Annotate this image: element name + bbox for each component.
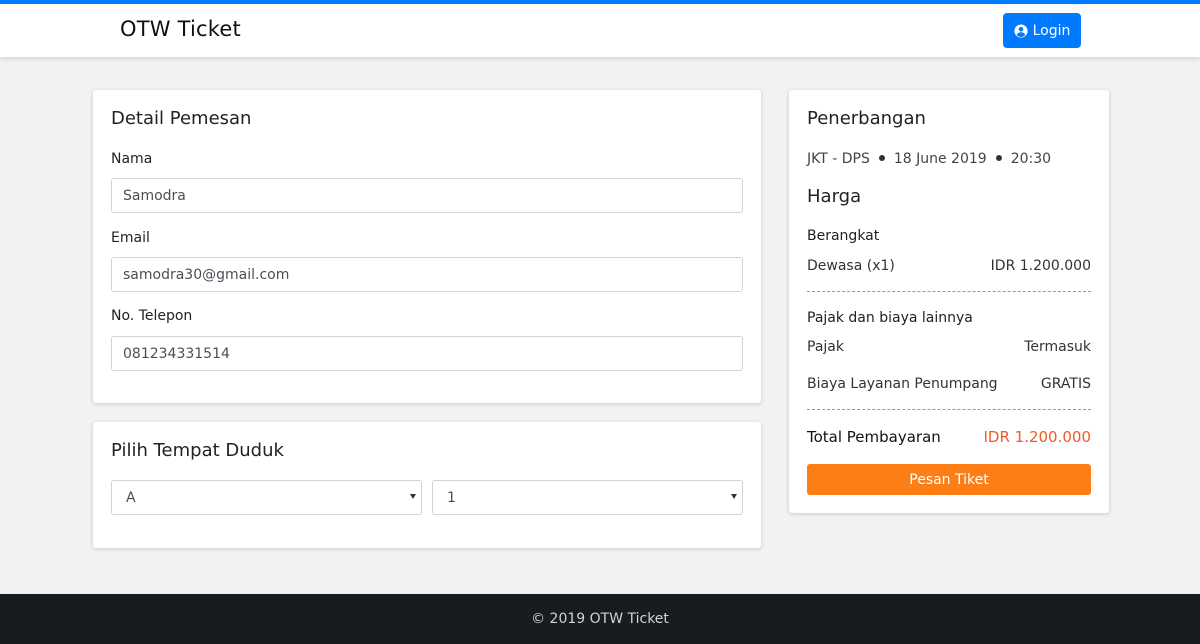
seat-selection-card: Pilih Tempat Duduk A 1 <box>93 422 761 548</box>
adult-price-value: IDR 1.200.000 <box>990 258 1091 274</box>
seat-number-select[interactable]: 1 <box>432 480 743 515</box>
total-row: Total Pembayaran IDR 1.200.000 <box>807 428 1091 446</box>
navbar: OTW Ticket Login <box>0 0 1200 57</box>
flight-time: 20:30 <box>1010 151 1052 167</box>
total-value: IDR 1.200.000 <box>983 428 1091 446</box>
tax-section-label: Pajak dan biaya lainnya <box>807 310 973 326</box>
email-label: Email <box>111 230 150 246</box>
departure-label: Berangkat <box>807 228 880 244</box>
divider <box>807 291 1091 292</box>
tax-row: Pajak Termasuk <box>807 339 1091 355</box>
price-title: Harga <box>807 186 862 207</box>
service-fee-label: Biaya Layanan Penumpang <box>807 376 998 392</box>
service-fee-row: Biaya Layanan Penumpang GRATIS <box>807 376 1091 392</box>
flight-route: JKT - DPS <box>807 151 870 167</box>
adult-price-label: Dewasa (x1) <box>807 258 895 274</box>
chevron-down-icon <box>410 494 416 499</box>
seat-row-value: A <box>126 489 136 506</box>
total-label: Total Pembayaran <box>807 428 941 446</box>
footer: © 2019 OTW Ticket <box>0 594 1200 644</box>
bullet-icon <box>995 155 1002 161</box>
brand-logo-text[interactable]: OTW Ticket <box>120 17 241 41</box>
flight-summary-card: Penerbangan JKT - DPS 18 June 2019 20:30 H… <box>789 90 1109 513</box>
seat-selection-title: Pilih Tempat Duduk <box>111 440 284 461</box>
footer-copyright: © 2019 OTW Ticket <box>531 611 669 627</box>
seat-number-value: 1 <box>447 489 456 506</box>
service-fee-value: GRATIS <box>1040 376 1091 392</box>
flight-info: JKT - DPS 18 June 2019 20:30 <box>807 151 1051 167</box>
name-field[interactable] <box>111 178 743 213</box>
name-label: Nama <box>111 151 153 167</box>
email-field[interactable] <box>111 257 743 292</box>
adult-price-row: Dewasa (x1) IDR 1.200.000 <box>807 258 1091 274</box>
tax-label: Pajak <box>807 339 844 355</box>
booker-detail-title: Detail Pemesan <box>111 108 252 129</box>
order-ticket-button[interactable]: Pesan Tiket <box>807 464 1091 495</box>
flight-title: Penerbangan <box>807 108 926 129</box>
flight-date: 18 June 2019 <box>893 151 987 167</box>
login-button[interactable]: Login <box>1003 13 1081 48</box>
login-label: Login <box>1032 22 1071 39</box>
user-circle-icon <box>1014 23 1028 38</box>
phone-label: No. Telepon <box>111 308 193 324</box>
divider <box>807 409 1091 410</box>
phone-field[interactable] <box>111 336 743 371</box>
booker-detail-card: Detail Pemesan Nama Email No. Telepon <box>93 90 761 403</box>
bullet-icon <box>878 155 885 161</box>
chevron-down-icon <box>731 494 737 499</box>
seat-row-select[interactable]: A <box>111 480 422 515</box>
tax-value: Termasuk <box>1024 339 1091 355</box>
